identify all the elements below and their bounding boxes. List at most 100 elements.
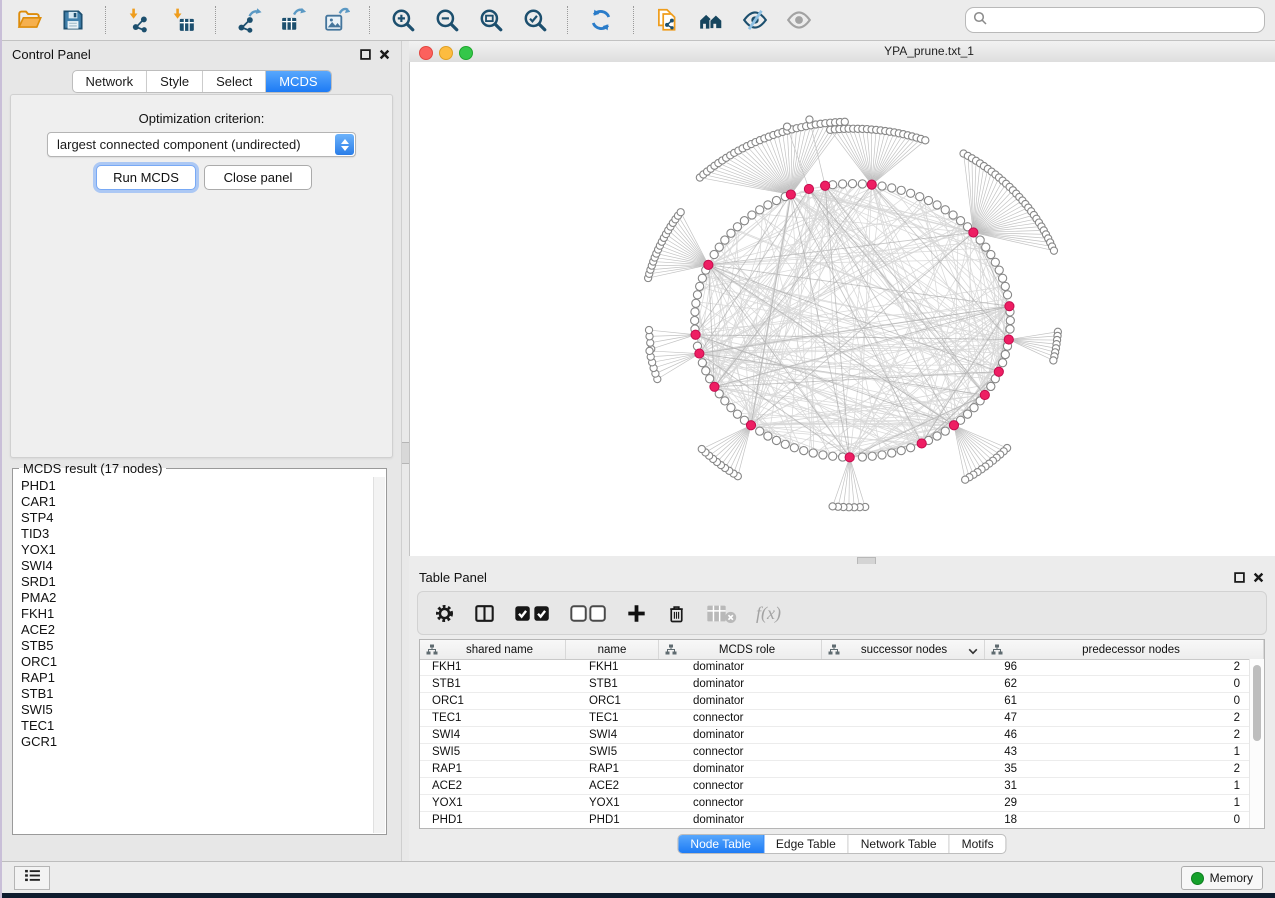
- cell-pred: 0: [1031, 695, 1250, 707]
- task-history-button[interactable]: [14, 866, 50, 890]
- table-vertical-scrollbar[interactable]: [1249, 659, 1264, 828]
- app-window: Control Panel NetworkStyleSelectMCDS Opt…: [2, 0, 1275, 893]
- export-network-button[interactable]: [232, 5, 266, 35]
- table-row[interactable]: ACE2ACE2connector311: [420, 778, 1250, 795]
- mcds-result-item[interactable]: STB1: [15, 686, 372, 702]
- column-header-shared-name[interactable]: shared name: [420, 640, 566, 659]
- table-scrollbar-thumb[interactable]: [1253, 665, 1261, 741]
- zoom-fit-button[interactable]: [474, 5, 508, 35]
- mcds-result-item[interactable]: ACE2: [15, 622, 372, 638]
- table-row[interactable]: YOX1YOX1connector291: [420, 795, 1250, 812]
- cell-name: PHD1: [577, 814, 681, 826]
- settings-button[interactable]: [434, 601, 455, 625]
- import-network-button[interactable]: [122, 5, 156, 35]
- export-table-button[interactable]: [276, 5, 310, 35]
- tab-select[interactable]: Select: [203, 71, 266, 92]
- table-row[interactable]: RAP1RAP1dominator352: [420, 761, 1250, 778]
- window-minimize-traffic-light[interactable]: [439, 46, 453, 60]
- table-row[interactable]: FKH1FKH1dominator962: [420, 659, 1250, 676]
- control-panel-close-button[interactable]: [378, 48, 390, 60]
- mcds-result-item[interactable]: SRD1: [15, 574, 372, 590]
- zoom-selected-button[interactable]: [518, 5, 552, 35]
- search-field[interactable]: [965, 7, 1265, 33]
- tab-node-table[interactable]: Node Table: [678, 835, 764, 853]
- cell-role: dominator: [681, 814, 855, 826]
- criterion-dropdown[interactable]: largest connected component (undirected): [47, 132, 356, 157]
- column-header-successor-nodes[interactable]: successor nodes: [822, 640, 985, 659]
- delete-column-icon: [666, 603, 687, 624]
- control-panel-float-button[interactable]: [359, 48, 371, 60]
- unselect-all-columns-button[interactable]: [570, 601, 607, 625]
- split-view-button[interactable]: [474, 601, 495, 625]
- table-panel-float-button[interactable]: [1233, 571, 1245, 583]
- new-network-from-selection-button[interactable]: [650, 5, 684, 35]
- column-header-predecessor-nodes[interactable]: predecessor nodes: [985, 640, 1264, 659]
- tab-network[interactable]: Network: [72, 71, 147, 92]
- cell-name: RAP1: [577, 763, 681, 775]
- mcds-result-scrollbar[interactable]: [373, 477, 385, 833]
- mcds-result-item[interactable]: GCR1: [15, 734, 372, 750]
- table-row[interactable]: SWI4SWI4dominator462: [420, 727, 1250, 744]
- network-canvas[interactable]: [409, 62, 1275, 556]
- mcds-result-item[interactable]: ORC1: [15, 654, 372, 670]
- mcds-result-item[interactable]: PMA2: [15, 590, 372, 606]
- zoom-out-button[interactable]: [430, 5, 464, 35]
- mcds-result-item[interactable]: STP4: [15, 510, 372, 526]
- table-row[interactable]: TEC1TEC1connector472: [420, 710, 1250, 727]
- close-panel-button[interactable]: Close panel: [204, 165, 312, 190]
- table-row[interactable]: SWI5SWI5connector431: [420, 744, 1250, 761]
- column-header-mcds-role[interactable]: MCDS role: [659, 640, 822, 659]
- mcds-result-item[interactable]: SWI5: [15, 702, 372, 718]
- zoom-in-button[interactable]: [386, 5, 420, 35]
- mcds-result-item[interactable]: YOX1: [15, 542, 372, 558]
- table-row[interactable]: STB1STB1dominator620: [420, 676, 1250, 693]
- tab-style[interactable]: Style: [147, 71, 203, 92]
- mcds-result-item[interactable]: FKH1: [15, 606, 372, 622]
- window-close-traffic-light[interactable]: [419, 46, 433, 60]
- search-input[interactable]: [987, 10, 1257, 30]
- tree-icon: [426, 644, 438, 656]
- add-column-button[interactable]: [626, 601, 647, 625]
- mcds-result-item[interactable]: RAP1: [15, 670, 372, 686]
- table-panel-close-button[interactable]: [1252, 571, 1264, 583]
- cell-succ: 29: [855, 797, 1031, 809]
- tab-network-table[interactable]: Network Table: [849, 835, 950, 853]
- cell-succ: 31: [855, 780, 1031, 792]
- select-all-columns-button[interactable]: [514, 601, 551, 625]
- mcds-result-item[interactable]: TEC1: [15, 718, 372, 734]
- delete-table-button: [706, 601, 738, 625]
- window-zoom-traffic-light[interactable]: [459, 46, 473, 60]
- save-session-button[interactable]: [56, 5, 90, 35]
- import-table-button[interactable]: [166, 5, 200, 35]
- network-window-titlebar[interactable]: YPA_prune.txt_1: [409, 41, 1275, 63]
- mcds-result-item[interactable]: CAR1: [15, 494, 372, 510]
- tab-motifs[interactable]: Motifs: [950, 835, 1006, 853]
- refresh-button[interactable]: [584, 5, 618, 35]
- show-all-button: [782, 5, 816, 35]
- table-row[interactable]: ORC1ORC1dominator610: [420, 693, 1250, 710]
- memory-button[interactable]: Memory: [1181, 866, 1263, 890]
- main-toolbar: [2, 0, 1275, 41]
- cell-shared: STB1: [420, 678, 577, 690]
- import-table-icon: [170, 7, 196, 33]
- horizontal-splitter[interactable]: [409, 556, 1275, 564]
- export-image-button[interactable]: [320, 5, 354, 35]
- control-panel-title: Control Panel: [12, 47, 91, 62]
- network-graph[interactable]: [410, 62, 1275, 556]
- table-row[interactable]: PHD1PHD1dominator180: [420, 812, 1250, 828]
- mcds-result-item[interactable]: STB5: [15, 638, 372, 654]
- first-neighbors-button[interactable]: [694, 5, 728, 35]
- hide-selected-button[interactable]: [738, 5, 772, 35]
- delete-column-button[interactable]: [666, 601, 687, 625]
- tab-mcds[interactable]: MCDS: [266, 71, 330, 92]
- toolbar-separator: [215, 6, 217, 34]
- mcds-result-list[interactable]: PHD1CAR1STP4TID3YOX1SWI4SRD1PMA2FKH1ACE2…: [15, 478, 372, 832]
- tab-edge-table[interactable]: Edge Table: [764, 835, 849, 853]
- mcds-result-item[interactable]: TID3: [15, 526, 372, 542]
- open-file-button[interactable]: [12, 5, 46, 35]
- cell-role: connector: [681, 712, 855, 724]
- mcds-result-item[interactable]: PHD1: [15, 478, 372, 494]
- mcds-result-item[interactable]: SWI4: [15, 558, 372, 574]
- run-mcds-button[interactable]: Run MCDS: [96, 165, 196, 190]
- column-header-name[interactable]: name: [566, 640, 659, 659]
